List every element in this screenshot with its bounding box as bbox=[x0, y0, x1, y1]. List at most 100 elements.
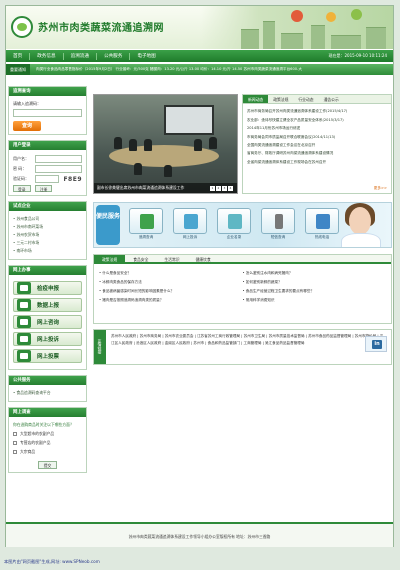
news-item[interactable]: 全国肉类流通追溯建设工作会议在北京召开 bbox=[247, 143, 387, 148]
list-item[interactable]: • 食品生产经营过程卫生要求的要点有哪些？ bbox=[243, 289, 387, 294]
list-item[interactable]: • 南环市场 bbox=[13, 248, 82, 254]
public-service-box: 公共服务 • 食品追溯码查询平台 bbox=[8, 375, 87, 402]
poll-option-label: 大宗商品 bbox=[20, 449, 36, 454]
poll-submit-button[interactable]: 提交 bbox=[37, 461, 58, 469]
trace-query-button[interactable]: 查询 bbox=[13, 121, 41, 131]
public-service-title: 公共服务 bbox=[9, 376, 86, 385]
header-skyline-art bbox=[201, 6, 393, 49]
captcha-image[interactable]: F8E9 bbox=[63, 176, 82, 183]
friend-links-tag: 友情链接 bbox=[94, 330, 106, 364]
list-item[interactable]: • 什么是食品安全？ bbox=[99, 271, 243, 276]
login-button[interactable]: 登录 bbox=[13, 185, 31, 192]
friend-links-list[interactable]: 苏州市人民政府 | 苏州市商务局 | 苏州市农业委员会 | 江苏省苏州工商行政管… bbox=[106, 330, 391, 364]
complaint-icon bbox=[173, 208, 207, 234]
news-item[interactable]: 农业部：亟待尽快建立健全农产品质量安全体系(2015/3/17) bbox=[247, 118, 387, 123]
username-input[interactable] bbox=[35, 155, 82, 163]
service-agent-illustration bbox=[335, 203, 391, 247]
login-box: 用户登录 用户名： 密 码： 验证码： F8E9 登录 注册 bbox=[8, 140, 87, 196]
tab-industry[interactable]: 行业动态 bbox=[293, 95, 318, 103]
slide-dot[interactable]: 3 bbox=[222, 186, 227, 191]
document-icon bbox=[17, 282, 31, 294]
register-button[interactable]: 注册 bbox=[34, 185, 53, 192]
share-badge[interactable]: in bbox=[365, 336, 387, 352]
trace-lookup-button[interactable]: 追溯查询 bbox=[128, 208, 164, 244]
slide-dot[interactable]: 2 bbox=[216, 186, 221, 191]
phone-icon bbox=[261, 208, 295, 234]
tab-food-safety[interactable]: 食品安全 bbox=[125, 255, 156, 262]
list-item[interactable]: • 苏州农贸市场 bbox=[13, 232, 82, 238]
tab-policy[interactable]: 政策法规 bbox=[268, 95, 293, 103]
nav-item-map[interactable]: 电子地图 bbox=[130, 53, 162, 59]
username-label: 用户名： bbox=[13, 156, 29, 161]
list-item[interactable]: • 冰鲜肉类食品的保存方法 bbox=[99, 280, 243, 285]
list-item[interactable]: • 如何鉴别新鲜的蔬菜？ bbox=[243, 280, 387, 285]
slideshow-pager: 1 2 3 4 bbox=[209, 186, 233, 191]
complaint-icon bbox=[17, 333, 31, 345]
trace-code-label: 请输入追溯码： bbox=[13, 101, 41, 106]
trace-query-box: 追溯查询 请输入追溯码： 查询 bbox=[8, 86, 87, 135]
online-vote-button[interactable]: 网上投票 bbox=[13, 349, 82, 363]
tab-healthy-diet[interactable]: 健康饮食 bbox=[188, 255, 219, 262]
data-upload-button[interactable]: 数据上报 bbox=[13, 298, 82, 312]
poll-option-label: 专营店的农副产品 bbox=[20, 440, 51, 445]
list-item[interactable]: • 苏州食品公司 bbox=[13, 216, 82, 222]
poll-checkbox[interactable] bbox=[13, 450, 17, 454]
linkedin-icon: in bbox=[372, 340, 382, 349]
trace-query-title: 追溯查询 bbox=[9, 87, 86, 96]
list-item[interactable]: • 猪肉是否按照追溯码追溯肉类的质量？ bbox=[99, 298, 243, 303]
friend-links: 友情链接 苏州市人民政府 | 苏州市商务局 | 苏州市农业委员会 | 江苏省苏州… bbox=[93, 329, 392, 365]
online-service-title: 网上办事 bbox=[9, 266, 86, 275]
quarantine-report-button[interactable]: 检疫申报 bbox=[13, 281, 82, 295]
more-news-link[interactable]: 更多>> bbox=[374, 186, 387, 191]
list-item[interactable]: • 苏州市南环菜场 bbox=[13, 224, 82, 230]
directory-icon bbox=[217, 208, 251, 234]
list-item[interactable]: • 常用科学消费知识 bbox=[243, 298, 387, 303]
online-service-box: 网上办事 检疫申报 数据上报 网上咨询 网上投诉 网上投票 bbox=[8, 265, 87, 370]
left-column: 追溯查询 请输入追溯码： 查询 用户登录 用户名： 密 码： 验证码： F8E9 … bbox=[8, 86, 87, 478]
list-item[interactable]: • 三元二村市场 bbox=[13, 240, 82, 246]
list-item[interactable]: • 怎么鉴别注水肉和病死猪肉？ bbox=[243, 271, 387, 276]
news-item[interactable]: 2014年11月份苏州市场运行综述 bbox=[247, 126, 387, 131]
password-input[interactable] bbox=[35, 165, 82, 173]
list-item[interactable]: • 食品追溯码查询平台 bbox=[13, 390, 82, 396]
poll-checkbox[interactable] bbox=[13, 432, 17, 436]
convenience-banner: 便民服务 追溯查询 网上投诉 企业名录 短信查询 热线电话 bbox=[93, 202, 392, 248]
login-title: 用户登录 bbox=[9, 141, 86, 150]
nav-item-government[interactable]: 政务信息 bbox=[30, 53, 62, 59]
company-directory-button[interactable]: 企业名录 bbox=[216, 208, 252, 244]
nav-item-trace[interactable]: 追溯流通 bbox=[64, 53, 96, 59]
tab-life-tips[interactable]: 生活常识 bbox=[156, 255, 187, 262]
online-consult-button[interactable]: 网上咨询 bbox=[13, 315, 82, 329]
news-panel: 新闻动态 政策法规 行业动态 通告公示 苏州市商务局召开苏州肉类流通追溯体系建设… bbox=[242, 94, 392, 194]
online-complaint-button[interactable]: 网上投诉 bbox=[13, 332, 82, 346]
nav-item-home[interactable]: 首页 bbox=[6, 53, 29, 59]
news-item[interactable]: 市商务局会同市质监局召开联合联席会议(2014/11/13) bbox=[247, 135, 387, 140]
slide-dot[interactable]: 1 bbox=[210, 186, 215, 191]
site-logo[interactable] bbox=[11, 16, 33, 38]
complaint-button[interactable]: 网上投诉 bbox=[172, 208, 208, 244]
nav-item-public-service[interactable]: 公共服务 bbox=[97, 53, 129, 59]
chat-icon bbox=[17, 316, 31, 328]
news-slideshow[interactable]: 副市长徐美健出席苏州市肉菜流通追溯体系建设工作 1 2 3 4 bbox=[93, 94, 238, 194]
sms-query-button[interactable]: 短信查询 bbox=[260, 208, 296, 244]
ticker-text[interactable]: 肉类行业食品肉品零售指标价（2015年9月2日） 行业普岭：元/500克 猪腿肉… bbox=[30, 67, 302, 72]
poll-option-label: 大型超市的农副产品 bbox=[20, 431, 55, 436]
slide-dot[interactable]: 4 bbox=[228, 186, 233, 191]
poll-question: 你在选购商品时关注以下哪些方面？ bbox=[13, 422, 74, 427]
news-item[interactable]: 全省肉菜流通追溯体系建设工作现场会在苏州召开 bbox=[247, 160, 387, 165]
captcha-label: 验证码： bbox=[13, 176, 29, 181]
captcha-input[interactable] bbox=[35, 175, 60, 183]
tab-news[interactable]: 新闻动态 bbox=[243, 95, 269, 103]
telephone-icon bbox=[305, 208, 339, 234]
tab-notice[interactable]: 通告公示 bbox=[319, 95, 344, 103]
tab-policy-law[interactable]: 政策法规 bbox=[94, 255, 126, 262]
trace-code-input[interactable] bbox=[13, 109, 82, 117]
header: 苏州市肉类蔬菜流通追溯网 bbox=[6, 6, 393, 49]
main-nav: 首页 政务信息 追溯流通 公共服务 电子地图 现在是：2015-09-10 10… bbox=[6, 50, 393, 62]
ticker-label: 重要通知 bbox=[6, 64, 30, 75]
news-item[interactable]: 省商务厅、财政厅调研苏州肉菜流通追溯体系建设情况 bbox=[247, 151, 387, 156]
list-item[interactable]: • 食品被病菌感染时间长短的影响因素是什么？ bbox=[99, 289, 243, 294]
poll-checkbox[interactable] bbox=[13, 441, 17, 445]
pilot-companies-box: 试点企业 • 苏州食品公司 • 苏州市南环菜场 • 苏州农贸市场 • 三元二村市… bbox=[8, 201, 87, 260]
news-item[interactable]: 苏州市商务局召开苏州肉类流通追溯体系建设工作(2015/4/17) bbox=[247, 109, 387, 114]
